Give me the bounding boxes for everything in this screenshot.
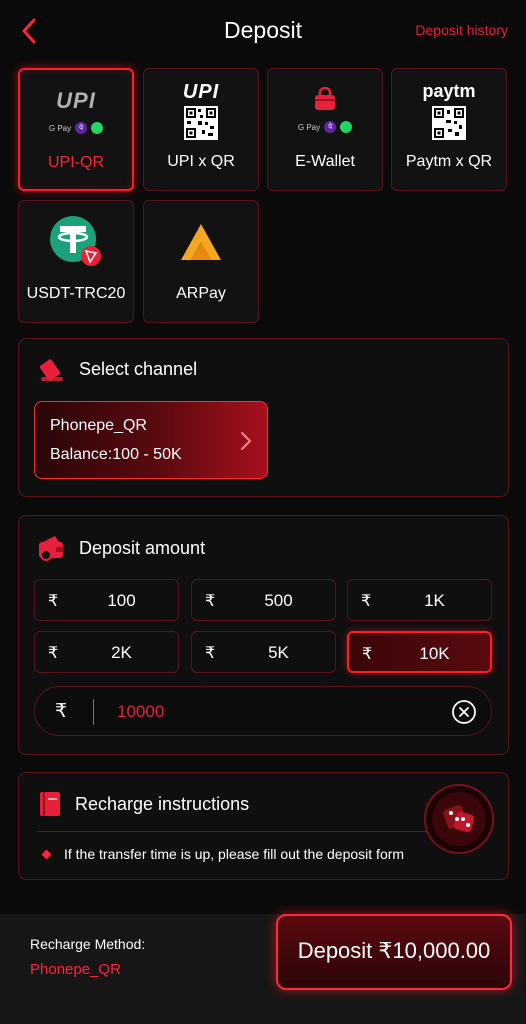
select-channel-card: Select channel Phonepe_QR Balance:100 - … bbox=[18, 338, 509, 497]
book-icon bbox=[40, 792, 60, 816]
method-arpay[interactable]: ARPay bbox=[143, 200, 259, 323]
method-label: USDT-TRC20 bbox=[26, 285, 126, 302]
recharge-instructions-title: Recharge instructions bbox=[75, 794, 250, 814]
usdt-logo bbox=[19, 211, 133, 273]
rupee-icon: ₹ bbox=[48, 593, 59, 610]
header: Deposit Deposit history bbox=[0, 0, 526, 64]
deposit-amount-title: Deposit amount bbox=[79, 538, 206, 558]
paytm-logo-text: paytm bbox=[422, 80, 476, 101]
amount-value: 100 bbox=[107, 591, 136, 610]
amount-option-5k[interactable]: ₹ 5K bbox=[191, 631, 336, 673]
method-label: Paytm x QR bbox=[405, 153, 493, 170]
channel-name: Phonepe_QR bbox=[50, 417, 147, 434]
recharge-method-label: Recharge Method: bbox=[30, 936, 146, 952]
upi-qr-logo: UPI bbox=[144, 79, 258, 141]
amount-option-10k[interactable]: ₹ 10K bbox=[347, 631, 492, 673]
tether-icon bbox=[50, 216, 101, 266]
arpay-logo bbox=[144, 211, 258, 273]
amount-value: 5K bbox=[268, 643, 289, 662]
rupee-icon: ₹ bbox=[205, 593, 216, 610]
rupee-icon: ₹ bbox=[362, 646, 373, 663]
rupee-icon: ₹ bbox=[55, 701, 68, 722]
method-upi-qr[interactable]: UPI G Pay पे UPI-QR bbox=[18, 68, 134, 191]
amount-option-2k[interactable]: ₹ 2K bbox=[34, 631, 179, 673]
amount-option-100[interactable]: ₹ 100 bbox=[34, 579, 179, 621]
upi-logo: UPI G Pay पे bbox=[20, 80, 132, 142]
method-label: E-Wallet bbox=[295, 153, 355, 170]
qr-code-icon bbox=[432, 105, 466, 140]
method-upi-x-qr[interactable]: UPI UPI x QR bbox=[143, 68, 259, 191]
amount-input[interactable] bbox=[117, 697, 417, 727]
amount-value: 1K bbox=[424, 591, 445, 610]
bullet-icon bbox=[41, 849, 52, 860]
wallet-icon bbox=[39, 536, 63, 561]
amount-value: 10K bbox=[419, 644, 450, 663]
footer-bar: Recharge Method: Phonepe_QR Deposit ₹10,… bbox=[0, 914, 526, 1024]
rupee-icon: ₹ bbox=[205, 645, 216, 662]
divider bbox=[37, 831, 437, 832]
deposit-history-link[interactable]: Deposit history bbox=[415, 22, 508, 38]
method-label: UPI x QR bbox=[167, 153, 235, 170]
deposit-button-label: Deposit ₹10,000.00 bbox=[297, 938, 491, 963]
rupee-icon: ₹ bbox=[48, 645, 59, 662]
method-e-wallet[interactable]: G Pay पे E-Wallet bbox=[267, 68, 383, 191]
qr-code-icon bbox=[184, 105, 218, 140]
upi-logo-text: UPI bbox=[56, 88, 96, 113]
amount-option-500[interactable]: ₹ 500 bbox=[191, 579, 336, 621]
amount-input-field: ₹ bbox=[34, 686, 492, 736]
wallet-bag-icon bbox=[315, 87, 335, 110]
floating-game-button[interactable] bbox=[421, 781, 497, 857]
whatsapp-icon bbox=[340, 121, 353, 133]
channel-balance: Balance:100 - 50K bbox=[50, 446, 182, 463]
channel-option-phonepe-qr[interactable]: Phonepe_QR Balance:100 - 50K bbox=[34, 401, 268, 479]
amount-value: 2K bbox=[111, 643, 132, 662]
chevron-right-icon bbox=[241, 432, 252, 450]
phonepe-icon: पे bbox=[75, 122, 88, 134]
method-usdt-trc20[interactable]: USDT-TRC20 bbox=[18, 200, 134, 323]
recharge-method-value: Phonepe_QR bbox=[30, 961, 121, 978]
upi-logo-text: UPI bbox=[182, 80, 220, 103]
instruction-item: If the transfer time is up, please fill … bbox=[64, 846, 405, 862]
whatsapp-icon bbox=[91, 122, 104, 134]
method-label: UPI-QR bbox=[48, 154, 104, 171]
amount-option-1k[interactable]: ₹ 1K bbox=[347, 579, 492, 621]
clear-input-icon[interactable] bbox=[451, 699, 477, 725]
gpay-icon: G Pay bbox=[48, 123, 72, 133]
gpay-icon: G Pay bbox=[297, 122, 321, 132]
paytm-logo: paytm bbox=[392, 79, 506, 141]
arpay-icon bbox=[181, 224, 221, 260]
method-paytm-x-qr[interactable]: paytm Paytm x QR bbox=[391, 68, 507, 191]
deposit-button[interactable]: Deposit ₹10,000.00 bbox=[276, 914, 512, 990]
select-channel-title: Select channel bbox=[79, 359, 198, 379]
amount-value: 500 bbox=[264, 591, 293, 610]
channel-icon bbox=[39, 359, 63, 381]
phonepe-icon: पे bbox=[324, 121, 337, 133]
method-label: ARPay bbox=[176, 285, 226, 302]
e-wallet-logo: G Pay पे bbox=[268, 79, 382, 141]
deposit-amount-card: Deposit amount ₹ 100 ₹ 500 ₹ 1K ₹ 2K ₹ 5… bbox=[18, 515, 509, 755]
input-divider bbox=[93, 699, 94, 725]
rupee-icon: ₹ bbox=[361, 593, 372, 610]
